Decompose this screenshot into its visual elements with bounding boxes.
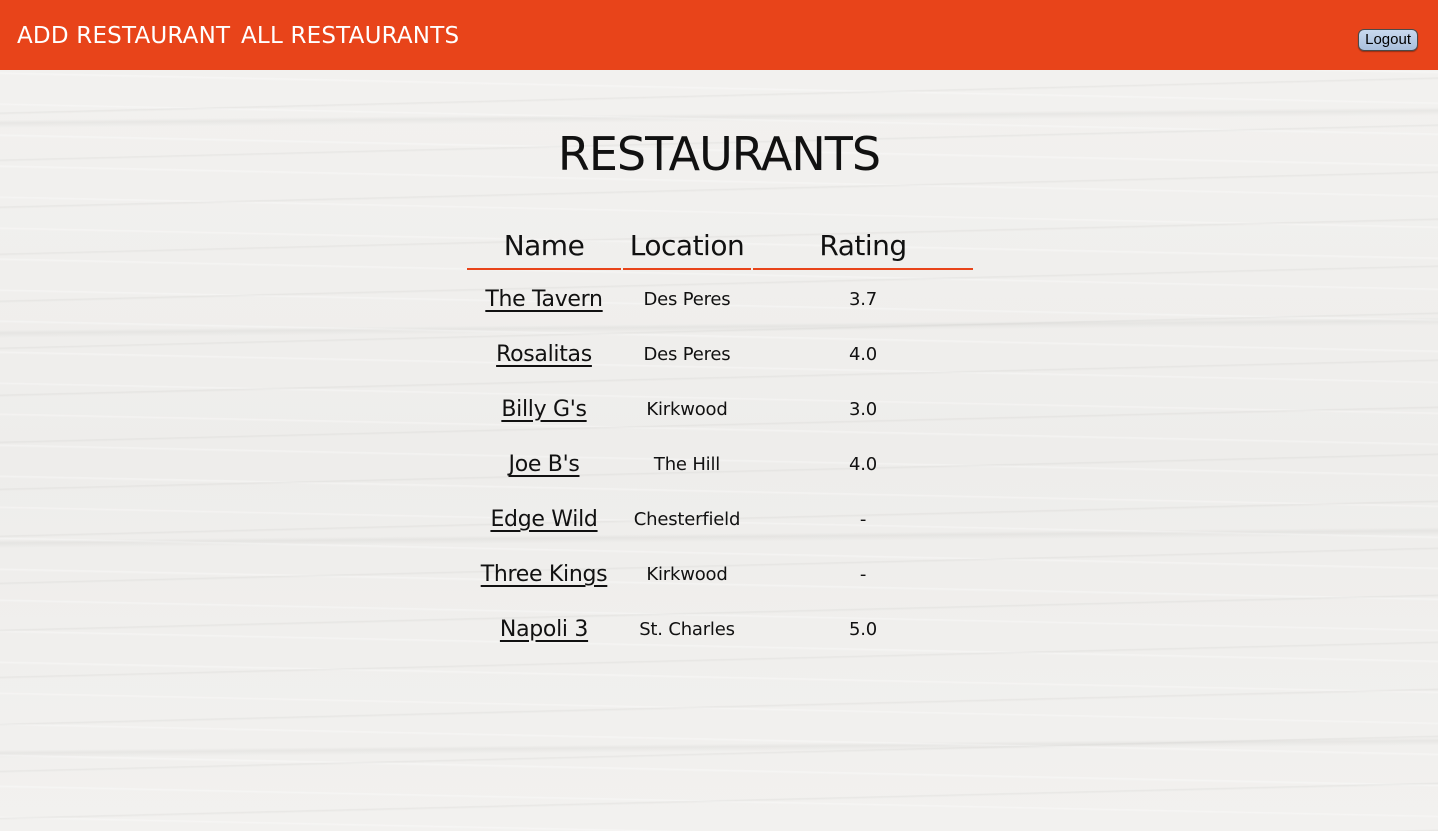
column-header-name: Name	[467, 222, 621, 270]
column-header-location: Location	[623, 222, 751, 270]
restaurant-name-cell: Napoli 3	[467, 602, 621, 657]
restaurant-name-cell: The Tavern	[467, 270, 621, 327]
restaurant-name-cell: Joe B's	[467, 437, 621, 492]
table-row: Rosalitas Des Peres 4.0	[467, 327, 973, 382]
table-header-row: Name Location Rating	[467, 222, 973, 270]
restaurant-rating: 4.0	[848, 454, 878, 475]
restaurant-name-link[interactable]: Rosalitas	[496, 342, 592, 367]
page-title: RESTAURANTS	[557, 127, 881, 181]
restaurant-location: St. Charles	[639, 619, 735, 640]
restaurant-name-link[interactable]: Three Kings	[481, 562, 608, 587]
restaurant-name-cell: Edge Wild	[467, 492, 621, 547]
restaurant-rating: 3.7	[848, 289, 878, 310]
table-row: Billy G's Kirkwood 3.0	[467, 382, 973, 437]
restaurant-rating: 5.0	[848, 619, 878, 640]
restaurant-name-link[interactable]: Napoli 3	[500, 617, 588, 642]
table-row: Napoli 3 St. Charles 5.0	[467, 602, 973, 657]
restaurant-location: Des Peres	[643, 344, 731, 365]
nav-all-restaurants-link[interactable]: ALL RESTAURANTS	[241, 20, 459, 52]
table-row: The Tavern Des Peres 3.7	[467, 270, 973, 327]
restaurant-location: Chesterfield	[633, 509, 741, 530]
restaurant-location: The Hill	[653, 454, 721, 475]
restaurant-rating: 4.0	[848, 344, 878, 365]
top-navbar: ADD RESTAURANT ALL RESTAURANTS Logout	[0, 0, 1438, 70]
restaurant-name-cell: Billy G's	[467, 382, 621, 437]
restaurant-name-link[interactable]: Joe B's	[509, 452, 580, 477]
restaurant-rating: -	[859, 564, 867, 585]
restaurant-name-link[interactable]: The Tavern	[485, 287, 603, 312]
restaurant-rating: -	[859, 509, 867, 530]
table-row: Joe B's The Hill 4.0	[467, 437, 973, 492]
logout-button[interactable]: Logout	[1358, 29, 1418, 51]
restaurant-name-link[interactable]: Billy G's	[501, 397, 587, 422]
restaurant-location: Des Peres	[643, 289, 731, 310]
restaurant-location: Kirkwood	[646, 399, 728, 420]
restaurant-rating: 3.0	[848, 399, 878, 420]
restaurant-name-cell: Three Kings	[467, 547, 621, 602]
restaurant-name-link[interactable]: Edge Wild	[490, 507, 597, 532]
table-row: Three Kings Kirkwood -	[467, 547, 973, 602]
restaurant-name-cell: Rosalitas	[467, 327, 621, 382]
restaurant-location: Kirkwood	[646, 564, 728, 585]
restaurants-table: Name Location Rating The Tavern Des Pere…	[465, 222, 975, 657]
nav-add-restaurant-link[interactable]: ADD RESTAURANT	[17, 20, 230, 52]
column-header-rating: Rating	[753, 222, 973, 270]
table-row: Edge Wild Chesterfield -	[467, 492, 973, 547]
